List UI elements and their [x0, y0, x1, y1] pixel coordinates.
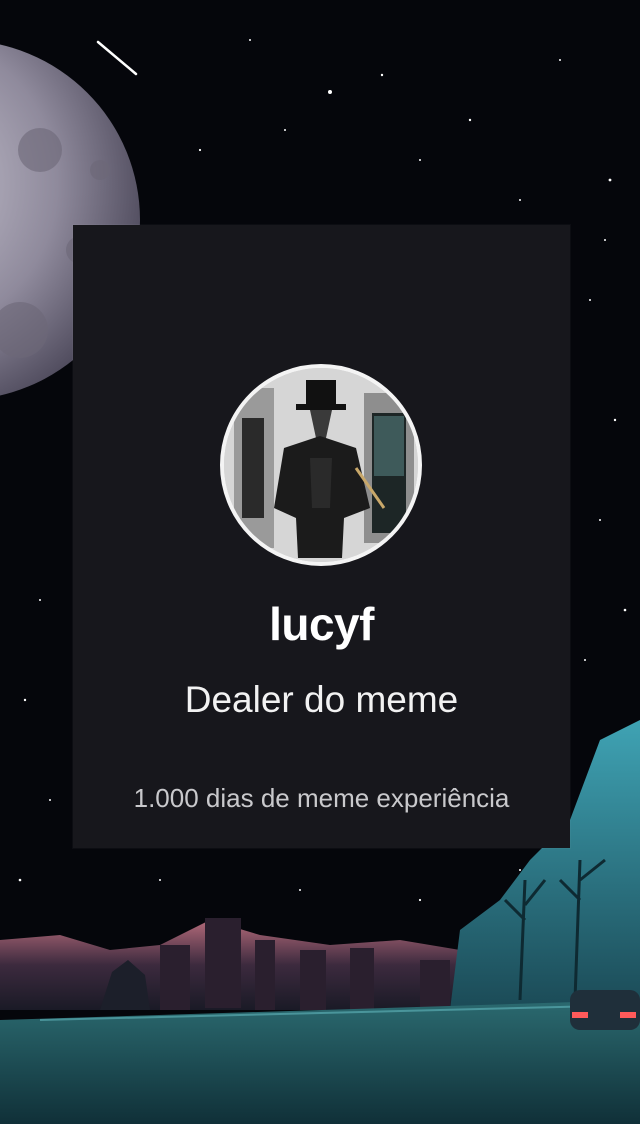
profile-avatar[interactable] — [220, 364, 422, 566]
profile-days-text: 1.000 dias de meme experiência — [133, 783, 510, 813]
profile-title: Dealer do meme — [184, 679, 459, 720]
profile-card: lucyf Dealer do meme 1.000 dias de meme … — [73, 225, 570, 848]
profile-username: lucyf — [269, 598, 374, 650]
plague-doctor-avatar-icon — [224, 368, 418, 562]
